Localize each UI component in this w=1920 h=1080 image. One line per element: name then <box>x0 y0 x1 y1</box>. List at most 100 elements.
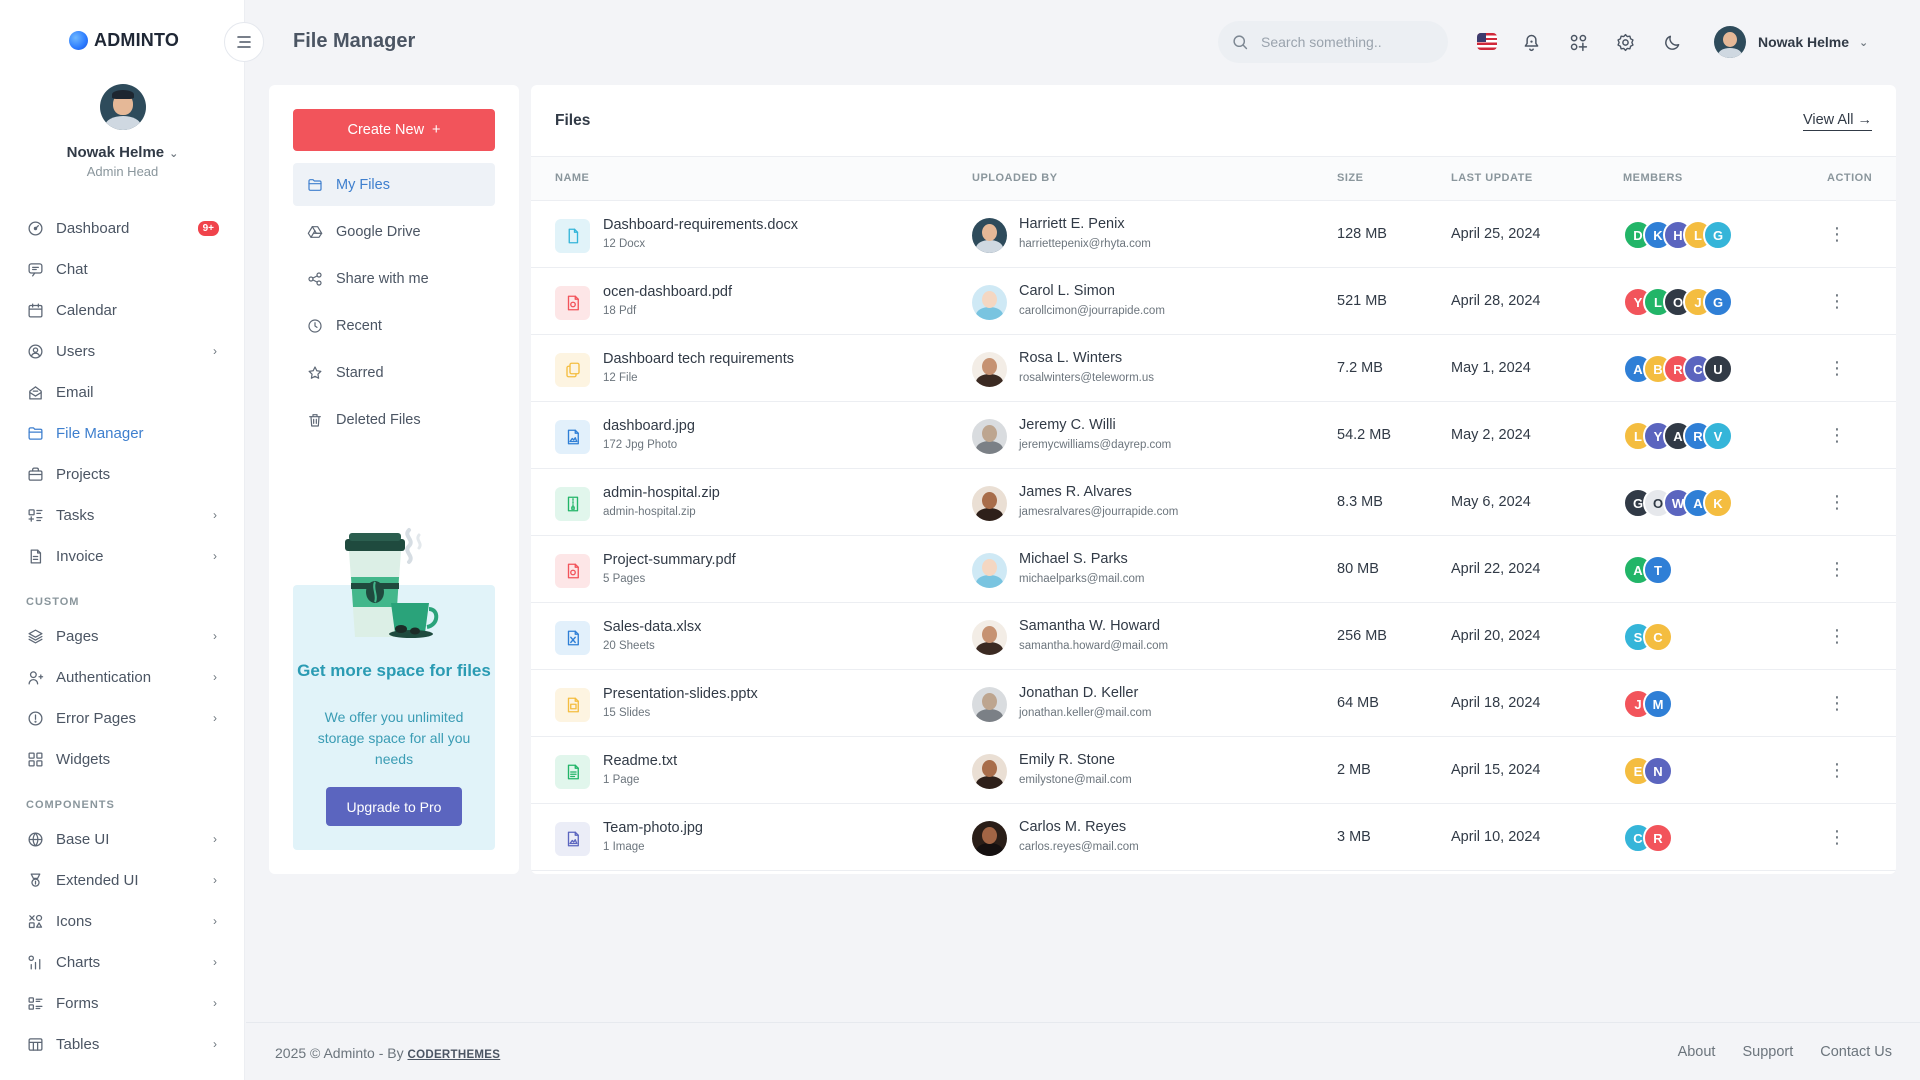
sidebar-item-error-pages[interactable]: Error Pages › <box>0 698 245 739</box>
topbar-user-menu[interactable]: Nowak Helme ⌄ <box>1714 26 1868 58</box>
file-nav-item-deleted-files[interactable]: Deleted Files <box>293 398 495 441</box>
member-avatar[interactable]: U <box>1703 354 1733 384</box>
table-row[interactable]: Project-summary.pdf 5 Pages Michael S. Par… <box>531 536 1896 603</box>
file-nav-item-google-drive[interactable]: Google Drive <box>293 210 495 253</box>
more-options-icon[interactable]: ⋮ <box>1827 422 1847 448</box>
brand-logo[interactable]: ADMINTO <box>69 30 179 51</box>
sidebar-item-file-manager[interactable]: File Manager <box>0 413 245 454</box>
table-row[interactable]: Sales-data.xlsx 20 Sheets Samantha W. Howa… <box>531 603 1896 670</box>
member-avatar[interactable]: C <box>1643 622 1673 652</box>
more-options-icon[interactable]: ⋮ <box>1827 556 1847 582</box>
sidebar-item-email[interactable]: Email <box>0 372 245 413</box>
search-box[interactable]: Search something.. <box>1218 21 1448 63</box>
column-header-uploaded-by[interactable]: UPLOADED BY <box>972 172 1058 184</box>
file-nav-item-my-files[interactable]: My Files <box>293 163 495 206</box>
member-avatar[interactable]: M <box>1643 689 1673 719</box>
sidebar-item-authentication[interactable]: Authentication › <box>0 657 245 698</box>
file-name[interactable]: Team-photo.jpg <box>603 820 703 836</box>
column-header-name[interactable]: NAME <box>555 172 589 184</box>
file-name[interactable]: Dashboard tech requirements <box>603 351 794 367</box>
more-options-icon[interactable]: ⋮ <box>1827 221 1847 247</box>
uploader-name: Harriett E. Penix <box>1019 216 1125 232</box>
sidebar-item-dashboard[interactable]: Dashboard 9+ <box>0 208 245 249</box>
table-row[interactable]: admin-hospital.zip admin-hospital.zip Jame… <box>531 469 1896 536</box>
member-avatar[interactable]: T <box>1643 555 1673 585</box>
more-options-icon[interactable]: ⋮ <box>1827 824 1847 850</box>
footer-link-contact[interactable]: Contact Us <box>1820 1044 1892 1060</box>
column-header-size[interactable]: SIZE <box>1337 172 1363 184</box>
sidebar-item-chat[interactable]: Chat <box>0 249 245 290</box>
sidebar-user-name[interactable]: Nowak Helme ⌄ <box>0 144 245 161</box>
member-avatar[interactable]: V <box>1703 421 1733 451</box>
member-avatar[interactable]: N <box>1643 756 1673 786</box>
search-input[interactable]: Search something.. <box>1261 34 1382 50</box>
us-flag-icon[interactable] <box>1477 33 1497 50</box>
more-options-icon[interactable]: ⋮ <box>1827 623 1847 649</box>
table-row[interactable]: dashboard.jpg 172 Jpg Photo Jeremy C. Will… <box>531 402 1896 469</box>
column-header-members[interactable]: MEMBERS <box>1623 172 1683 184</box>
more-options-icon[interactable]: ⋮ <box>1827 757 1847 783</box>
create-new-button[interactable]: Create New + <box>293 109 495 151</box>
more-options-icon[interactable]: ⋮ <box>1827 489 1847 515</box>
dark-mode-moon-icon[interactable] <box>1658 28 1686 56</box>
sidebar-item-tables[interactable]: Tables › <box>0 1024 245 1065</box>
sidebar-item-charts[interactable]: Charts › <box>0 942 245 983</box>
table-row[interactable]: ocen-dashboard.pdf 18 Pdf Carol L. Simon ca… <box>531 268 1896 335</box>
sidebar-item-tasks[interactable]: Tasks › <box>0 495 245 536</box>
menu-toggle-button[interactable] <box>224 22 264 62</box>
file-nav-item-recent[interactable]: Recent <box>293 304 495 347</box>
calendar-icon <box>26 302 44 320</box>
member-avatar[interactable]: R <box>1643 823 1673 853</box>
file-name[interactable]: ocen-dashboard.pdf <box>603 284 732 300</box>
sidebar-item-base-ui[interactable]: Base UI › <box>0 819 245 860</box>
member-avatar[interactable]: K <box>1703 488 1733 518</box>
avatar[interactable] <box>99 84 146 130</box>
settings-gear-icon[interactable] <box>1611 28 1639 56</box>
chat-icon <box>26 261 44 279</box>
file-nav-item-starred[interactable]: Starred <box>293 351 495 394</box>
footer-brand-link[interactable]: CODERTHEMES <box>408 1049 501 1061</box>
promo-title: Get more space for files <box>297 661 491 680</box>
sidebar-item-pages[interactable]: Pages › <box>0 616 245 657</box>
column-header-last-update[interactable]: LAST UPDATE <box>1451 172 1533 184</box>
view-all-link[interactable]: View All → <box>1802 112 1872 131</box>
file-name[interactable]: dashboard.jpg <box>603 418 695 434</box>
more-options-icon[interactable]: ⋮ <box>1827 355 1847 381</box>
table-row[interactable]: Team-photo.jpg 1 Image Carlos M. Reyes carl… <box>531 804 1896 871</box>
notification-bell-icon[interactable] <box>1517 28 1545 56</box>
file-name[interactable]: Readme.txt <box>603 753 677 769</box>
tables-icon <box>26 1036 44 1054</box>
table-row[interactable]: Dashboard tech requirements 12 File Rosa L… <box>531 335 1896 402</box>
uploader-avatar <box>972 687 1007 722</box>
file-name[interactable]: Sales-data.xlsx <box>603 619 701 635</box>
sidebar-item-projects[interactable]: Projects <box>0 454 245 495</box>
file-nav-label: My Files <box>336 176 390 193</box>
file-meta: 1 Page <box>603 774 640 786</box>
footer-link-about[interactable]: About <box>1678 1044 1716 1060</box>
members-group: ABRCU <box>1623 354 1733 384</box>
sidebar-item-users[interactable]: Users › <box>0 331 245 372</box>
file-name[interactable]: Presentation-slides.pptx <box>603 686 758 702</box>
member-avatar[interactable]: G <box>1703 220 1733 250</box>
table-row[interactable]: Dashboard-requirements.docx 12 Docx Harrie… <box>531 201 1896 268</box>
sidebar-item-invoice[interactable]: Invoice › <box>0 536 245 577</box>
footer-link-support[interactable]: Support <box>1742 1044 1793 1060</box>
apps-icon[interactable] <box>1564 28 1592 56</box>
uploader-avatar <box>972 486 1007 521</box>
sidebar-item-forms[interactable]: Forms › <box>0 983 245 1024</box>
sidebar-item-calendar[interactable]: Calendar <box>0 290 245 331</box>
last-update-date: April 10, 2024 <box>1451 829 1541 845</box>
member-avatar[interactable]: G <box>1703 287 1733 317</box>
table-row[interactable]: Readme.txt 1 Page Emily R. Stone emilystone… <box>531 737 1896 804</box>
file-nav-item-share-with-me[interactable]: Share with me <box>293 257 495 300</box>
file-name[interactable]: admin-hospital.zip <box>603 485 720 501</box>
sidebar-item-extended-ui[interactable]: Extended UI › <box>0 860 245 901</box>
file-name[interactable]: Project-summary.pdf <box>603 552 736 568</box>
sidebar-item-icons[interactable]: Icons › <box>0 901 245 942</box>
sidebar-item-widgets[interactable]: Widgets <box>0 739 245 780</box>
file-name[interactable]: Dashboard-requirements.docx <box>603 217 798 233</box>
more-options-icon[interactable]: ⋮ <box>1827 288 1847 314</box>
table-row[interactable]: Presentation-slides.pptx 15 Slides Jonatha… <box>531 670 1896 737</box>
upgrade-to-pro-button[interactable]: Upgrade to Pro <box>326 787 462 826</box>
more-options-icon[interactable]: ⋮ <box>1827 690 1847 716</box>
